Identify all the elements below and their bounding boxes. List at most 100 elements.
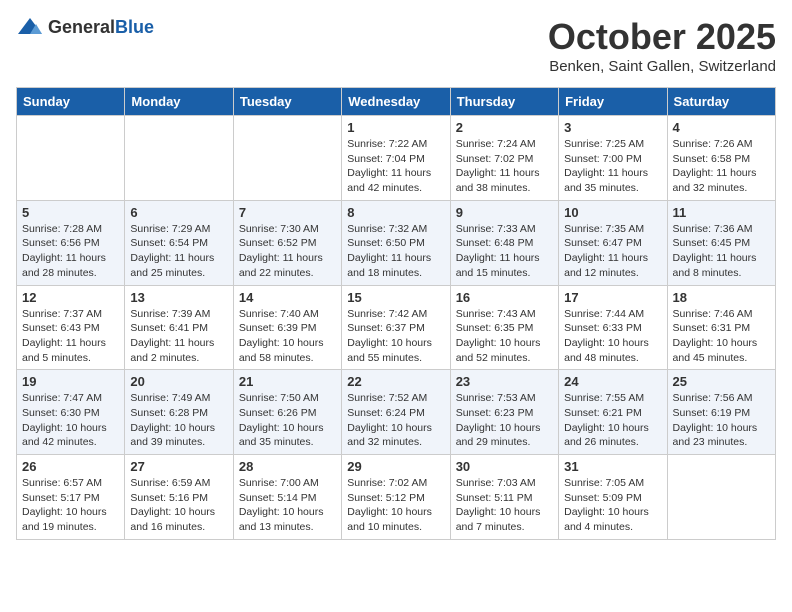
month-title: October 2025 — [548, 16, 776, 58]
day-info: Sunrise: 7:55 AM Sunset: 6:21 PM Dayligh… — [564, 391, 661, 450]
calendar-cell: 29 Sunrise: 7:02 AM Sunset: 5:12 PM Dayli… — [342, 455, 450, 540]
day-info: Sunrise: 7:03 AM Sunset: 5:11 PM Dayligh… — [456, 476, 553, 535]
day-info: Sunrise: 7:29 AM Sunset: 6:54 PM Dayligh… — [130, 222, 227, 281]
calendar-cell: 4Sunrise: 7:26 AM Sunset: 6:58 PM Daylig… — [667, 116, 775, 201]
day-number: 21 — [239, 374, 336, 389]
calendar-cell — [125, 116, 233, 201]
calendar-cell — [233, 116, 341, 201]
calendar-cell: 8 Sunrise: 7:32 AM Sunset: 6:50 PM Daylig… — [342, 200, 450, 285]
day-number: 16 — [456, 290, 553, 305]
day-number: 28 — [239, 459, 336, 474]
calendar-cell — [17, 116, 125, 201]
day-number: 20 — [130, 374, 227, 389]
location-title: Benken, Saint Gallen, Switzerland — [548, 58, 776, 75]
page-header: GeneralBlue October 2025 Benken, Saint G… — [16, 16, 776, 75]
calendar-week-row: 26 Sunrise: 6:57 AM Sunset: 5:17 PM Dayli… — [17, 455, 776, 540]
day-info: Sunrise: 7:24 AM Sunset: 7:02 PM Dayligh… — [456, 137, 553, 196]
day-info: Sunrise: 7:26 AM Sunset: 6:58 PM Dayligh… — [673, 137, 770, 196]
day-info: Sunrise: 7:42 AM Sunset: 6:37 PM Dayligh… — [347, 307, 444, 366]
day-info: Sunrise: 6:57 AM Sunset: 5:17 PM Dayligh… — [22, 476, 119, 535]
day-info: Sunrise: 7:00 AM Sunset: 5:14 PM Dayligh… — [239, 476, 336, 535]
day-header-saturday: Saturday — [667, 88, 775, 116]
calendar-cell: 3 Sunrise: 7:25 AM Sunset: 7:00 PM Daylig… — [559, 116, 667, 201]
day-number: 2 — [456, 120, 553, 135]
day-number: 15 — [347, 290, 444, 305]
day-info: Sunrise: 7:33 AM Sunset: 6:48 PM Dayligh… — [456, 222, 553, 281]
calendar-cell — [667, 455, 775, 540]
logo-blue: Blue — [115, 17, 154, 37]
calendar-cell: 6 Sunrise: 7:29 AM Sunset: 6:54 PM Daylig… — [125, 200, 233, 285]
calendar-cell: 27 Sunrise: 6:59 AM Sunset: 5:16 PM Dayli… — [125, 455, 233, 540]
calendar-cell: 9 Sunrise: 7:33 AM Sunset: 6:48 PM Daylig… — [450, 200, 558, 285]
day-info: Sunrise: 7:30 AM Sunset: 6:52 PM Dayligh… — [239, 222, 336, 281]
calendar-cell: 30 Sunrise: 7:03 AM Sunset: 5:11 PM Dayli… — [450, 455, 558, 540]
day-header-friday: Friday — [559, 88, 667, 116]
day-number: 8 — [347, 205, 444, 220]
calendar-cell: 17Sunrise: 7:44 AM Sunset: 6:33 PM Dayli… — [559, 285, 667, 370]
day-info: Sunrise: 7:49 AM Sunset: 6:28 PM Dayligh… — [130, 391, 227, 450]
title-block: October 2025 Benken, Saint Gallen, Switz… — [548, 16, 776, 75]
day-info: Sunrise: 7:36 AM Sunset: 6:45 PM Dayligh… — [673, 222, 770, 281]
day-info: Sunrise: 7:53 AM Sunset: 6:23 PM Dayligh… — [456, 391, 553, 450]
calendar-cell: 23 Sunrise: 7:53 AM Sunset: 6:23 PM Dayli… — [450, 370, 558, 455]
calendar-cell: 13 Sunrise: 7:39 AM Sunset: 6:41 PM Dayli… — [125, 285, 233, 370]
day-info: Sunrise: 7:02 AM Sunset: 5:12 PM Dayligh… — [347, 476, 444, 535]
day-info: Sunrise: 7:39 AM Sunset: 6:41 PM Dayligh… — [130, 307, 227, 366]
day-info: Sunrise: 7:46 AM Sunset: 6:31 PM Dayligh… — [673, 307, 770, 366]
day-info: Sunrise: 7:25 AM Sunset: 7:00 PM Dayligh… — [564, 137, 661, 196]
day-number: 25 — [673, 374, 770, 389]
day-info: Sunrise: 6:59 AM Sunset: 5:16 PM Dayligh… — [130, 476, 227, 535]
calendar-cell: 21 Sunrise: 7:50 AM Sunset: 6:26 PM Dayli… — [233, 370, 341, 455]
calendar-table: SundayMondayTuesdayWednesdayThursdayFrid… — [16, 87, 776, 540]
calendar-cell: 1 Sunrise: 7:22 AM Sunset: 7:04 PM Daylig… — [342, 116, 450, 201]
day-number: 24 — [564, 374, 661, 389]
day-info: Sunrise: 7:56 AM Sunset: 6:19 PM Dayligh… — [673, 391, 770, 450]
calendar-cell: 28 Sunrise: 7:00 AM Sunset: 5:14 PM Dayli… — [233, 455, 341, 540]
day-info: Sunrise: 7:28 AM Sunset: 6:56 PM Dayligh… — [22, 222, 119, 281]
calendar-week-row: 5 Sunrise: 7:28 AM Sunset: 6:56 PM Daylig… — [17, 200, 776, 285]
day-info: Sunrise: 7:50 AM Sunset: 6:26 PM Dayligh… — [239, 391, 336, 450]
day-header-wednesday: Wednesday — [342, 88, 450, 116]
day-number: 13 — [130, 290, 227, 305]
day-number: 3 — [564, 120, 661, 135]
day-header-thursday: Thursday — [450, 88, 558, 116]
calendar-week-row: 1 Sunrise: 7:22 AM Sunset: 7:04 PM Daylig… — [17, 116, 776, 201]
day-number: 22 — [347, 374, 444, 389]
day-info: Sunrise: 7:35 AM Sunset: 6:47 PM Dayligh… — [564, 222, 661, 281]
day-number: 29 — [347, 459, 444, 474]
calendar-cell: 7 Sunrise: 7:30 AM Sunset: 6:52 PM Daylig… — [233, 200, 341, 285]
day-info: Sunrise: 7:37 AM Sunset: 6:43 PM Dayligh… — [22, 307, 119, 366]
calendar-cell: 24 Sunrise: 7:55 AM Sunset: 6:21 PM Dayli… — [559, 370, 667, 455]
day-number: 30 — [456, 459, 553, 474]
day-info: Sunrise: 7:32 AM Sunset: 6:50 PM Dayligh… — [347, 222, 444, 281]
calendar-cell: 11Sunrise: 7:36 AM Sunset: 6:45 PM Dayli… — [667, 200, 775, 285]
day-header-monday: Monday — [125, 88, 233, 116]
calendar-cell: 14 Sunrise: 7:40 AM Sunset: 6:39 PM Dayli… — [233, 285, 341, 370]
day-info: Sunrise: 7:22 AM Sunset: 7:04 PM Dayligh… — [347, 137, 444, 196]
day-number: 18 — [673, 290, 770, 305]
calendar-cell: 25 Sunrise: 7:56 AM Sunset: 6:19 PM Dayli… — [667, 370, 775, 455]
day-number: 1 — [347, 120, 444, 135]
calendar-cell: 26 Sunrise: 6:57 AM Sunset: 5:17 PM Dayli… — [17, 455, 125, 540]
calendar-header-row: SundayMondayTuesdayWednesdayThursdayFrid… — [17, 88, 776, 116]
calendar-cell: 19Sunrise: 7:47 AM Sunset: 6:30 PM Dayli… — [17, 370, 125, 455]
calendar-cell: 12Sunrise: 7:37 AM Sunset: 6:43 PM Dayli… — [17, 285, 125, 370]
logo-general: General — [48, 17, 115, 37]
day-number: 26 — [22, 459, 119, 474]
day-info: Sunrise: 7:52 AM Sunset: 6:24 PM Dayligh… — [347, 391, 444, 450]
day-number: 5 — [22, 205, 119, 220]
day-number: 7 — [239, 205, 336, 220]
day-info: Sunrise: 7:43 AM Sunset: 6:35 PM Dayligh… — [456, 307, 553, 366]
logo: GeneralBlue — [16, 16, 154, 38]
day-number: 27 — [130, 459, 227, 474]
day-info: Sunrise: 7:44 AM Sunset: 6:33 PM Dayligh… — [564, 307, 661, 366]
calendar-cell: 15 Sunrise: 7:42 AM Sunset: 6:37 PM Dayli… — [342, 285, 450, 370]
day-info: Sunrise: 7:40 AM Sunset: 6:39 PM Dayligh… — [239, 307, 336, 366]
calendar-week-row: 19Sunrise: 7:47 AM Sunset: 6:30 PM Dayli… — [17, 370, 776, 455]
day-number: 9 — [456, 205, 553, 220]
day-number: 14 — [239, 290, 336, 305]
day-number: 23 — [456, 374, 553, 389]
day-number: 6 — [130, 205, 227, 220]
calendar-cell: 22 Sunrise: 7:52 AM Sunset: 6:24 PM Dayli… — [342, 370, 450, 455]
logo-icon — [16, 16, 44, 38]
